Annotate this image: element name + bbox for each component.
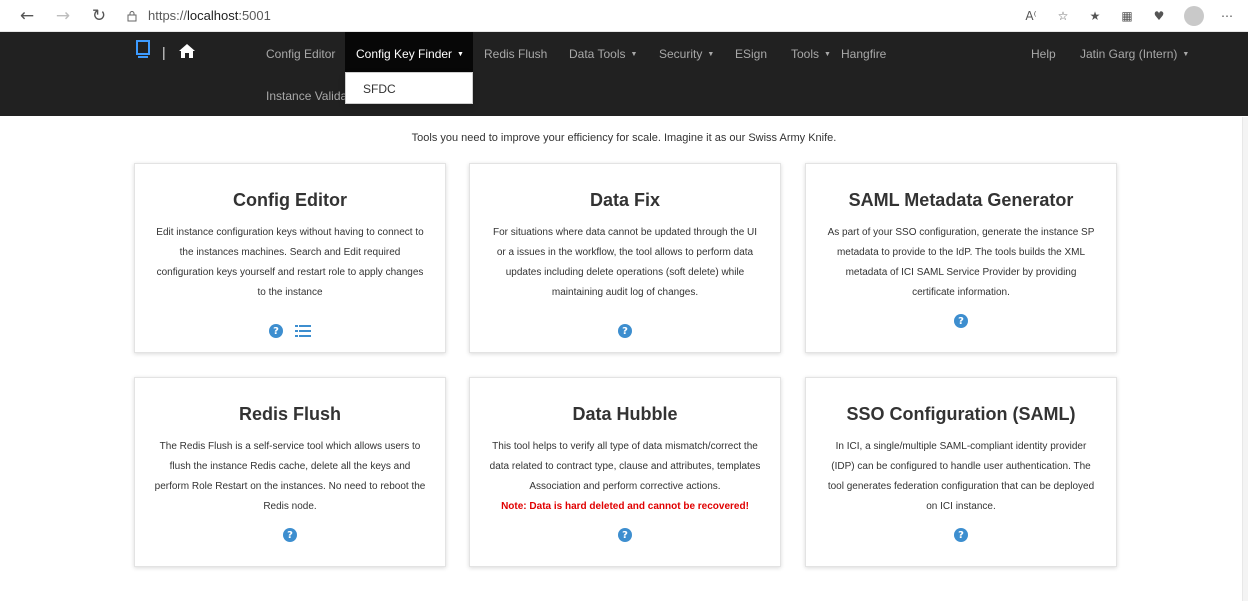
card-title: Data Fix — [589, 190, 661, 210]
reload-icon[interactable]: ↻ — [86, 3, 112, 29]
forward-arrow-icon[interactable]: → — [50, 3, 76, 29]
user-name: Jatin Garg (Intern) — [1080, 47, 1178, 61]
nav-help[interactable]: Help — [1031, 47, 1056, 61]
help-icon[interactable]: ? — [954, 528, 968, 542]
nav-config-editor[interactable]: Config Editor — [266, 47, 335, 61]
nav-instance-validation[interactable]: Instance Valida — [266, 89, 346, 103]
health-icon[interactable]: ♥ — [1150, 7, 1168, 25]
help-icon[interactable]: ? — [283, 528, 297, 542]
url-port: :5001 — [238, 8, 271, 23]
address-bar[interactable]: https://localhost:5001 — [126, 8, 271, 23]
card-title: Data Hubble — [572, 404, 678, 424]
nav-data-tools-label: Data Tools — [569, 47, 626, 61]
card-title: Redis Flush — [238, 404, 341, 424]
collections-icon[interactable]: ▦ — [1118, 7, 1136, 25]
nav-tools-label: Tools — [791, 47, 820, 61]
card-description: As part of your SSO configuration, gener… — [827, 227, 1095, 298]
help-icon[interactable]: ? — [618, 528, 632, 542]
card-data-fix: Data Fix For situations where data canno… — [469, 163, 781, 353]
nav-security-label: Security — [659, 47, 703, 61]
app-navbar: | Config Editor Config Key Finder ▼ Redis… — [0, 32, 1248, 116]
nav-esign[interactable]: ESign — [735, 47, 767, 61]
config-key-finder-dropdown: SFDC — [345, 72, 473, 104]
url-prefix: https:// — [148, 8, 188, 23]
help-icon[interactable]: ? — [618, 324, 632, 338]
favorites-icon[interactable]: ★ — [1086, 7, 1104, 25]
page-tagline: Tools you need to improve your efficienc… — [411, 132, 837, 144]
caret-down-icon: ▼ — [1182, 51, 1190, 59]
card-sso-configuration: SSO Configuration (SAML) In ICI, a singl… — [805, 377, 1117, 567]
card-config-editor: Config Editor Edit instance configuratio… — [134, 163, 446, 353]
help-icon[interactable]: ? — [269, 324, 283, 338]
caret-down-icon: ▼ — [824, 51, 831, 59]
card-redis-flush: Redis Flush The Redis Flush is a self-se… — [134, 377, 446, 567]
card-title: SAML Metadata Generator — [848, 190, 1074, 210]
browser-toolbar: ← → ↻ https://localhost:5001 A⁽ ☆ ★ ▦ ♥ … — [0, 0, 1248, 32]
card-description: In ICI, a single/multiple SAML-compliant… — [827, 441, 1095, 512]
card-description: This tool helps to verify all type of da… — [489, 441, 761, 492]
caret-down-icon: ▼ — [457, 51, 464, 59]
nav-user-menu[interactable]: Jatin Garg (Intern) ▼ — [1080, 47, 1189, 61]
home-icon[interactable] — [178, 43, 196, 59]
lock-icon — [127, 10, 137, 21]
more-icon[interactable]: ⋯ — [1218, 7, 1236, 25]
brand-logo-icon[interactable] — [136, 40, 150, 60]
nav-security[interactable]: Security ▼ — [659, 47, 714, 61]
favorites-add-icon[interactable]: ☆ — [1054, 7, 1072, 25]
card-data-hubble: Data Hubble This tool helps to verify al… — [469, 377, 781, 567]
read-aloud-icon[interactable]: A⁽ — [1022, 7, 1040, 25]
card-description: The Redis Flush is a self-service tool w… — [154, 441, 426, 512]
profile-avatar[interactable] — [1184, 6, 1204, 26]
caret-down-icon: ▼ — [707, 51, 715, 59]
card-description: Edit instance configuration keys without… — [156, 227, 424, 298]
back-arrow-icon[interactable]: ← — [14, 3, 40, 29]
nav-config-key-finder[interactable]: Config Key Finder ▼ — [356, 47, 464, 61]
caret-down-icon: ▼ — [630, 51, 638, 59]
help-icon[interactable]: ? — [954, 314, 968, 328]
nav-tools[interactable]: Tools ▼ — [791, 47, 831, 61]
url-host: localhost — [187, 8, 239, 23]
dropdown-item-sfdc[interactable]: SFDC — [363, 82, 396, 96]
nav-config-key-finder-label: Config Key Finder — [356, 47, 453, 61]
nav-hangfire[interactable]: Hangfire — [841, 47, 886, 61]
nav-data-tools[interactable]: Data Tools ▼ — [569, 47, 637, 61]
list-icon[interactable] — [295, 324, 311, 338]
card-description: For situations where data cannot be upda… — [492, 227, 758, 298]
card-saml-metadata-generator: SAML Metadata Generator As part of your … — [805, 163, 1117, 353]
card-warning-note: Note: Data is hard deleted and cannot be… — [501, 501, 749, 512]
brand-separator: | — [162, 44, 166, 60]
card-title: SSO Configuration (SAML) — [846, 404, 1076, 424]
nav-redis-flush[interactable]: Redis Flush — [484, 47, 547, 61]
card-title: Config Editor — [233, 190, 347, 210]
page-scrollbar[interactable] — [1242, 117, 1248, 601]
